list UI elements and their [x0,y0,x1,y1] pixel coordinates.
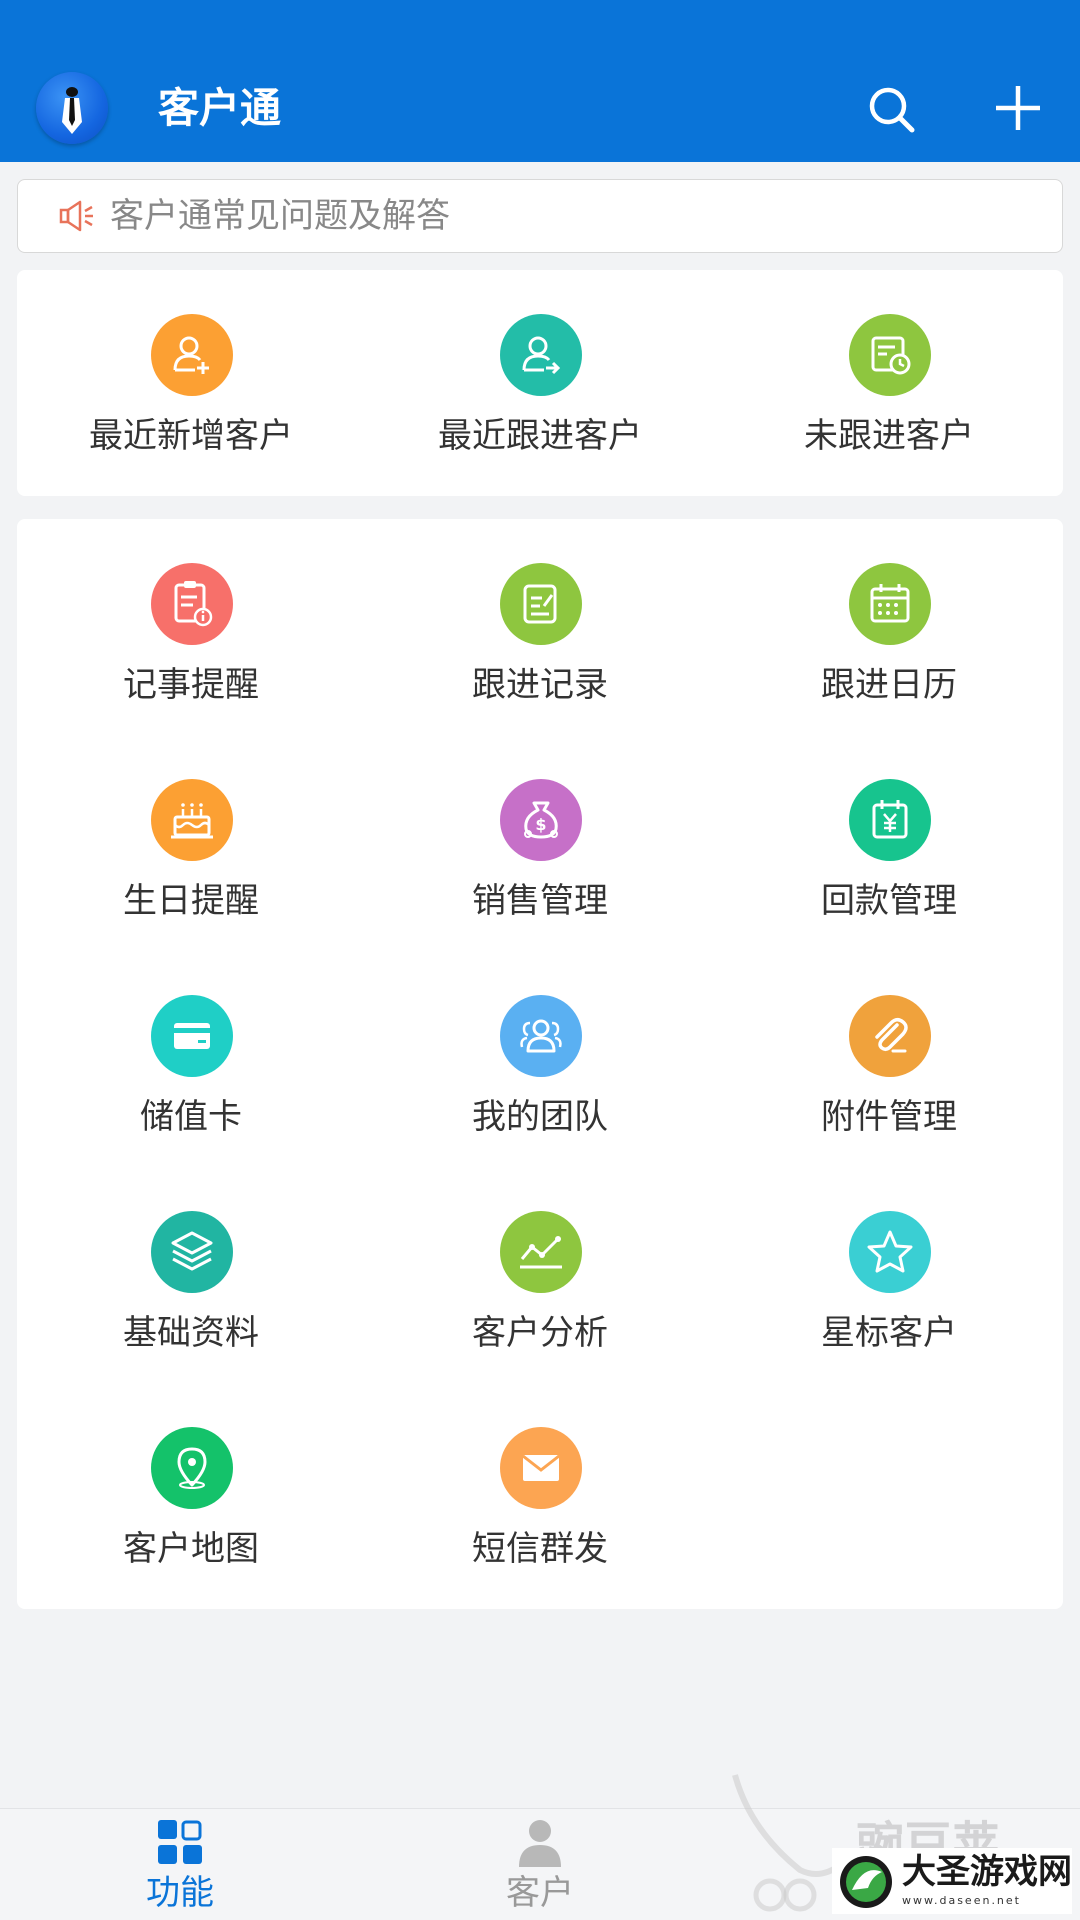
tile-label: 基础资料 [123,1313,259,1353]
tile-label: 储值卡 [140,1097,242,1137]
tie-icon [62,87,82,134]
tile-label: 短信群发 [472,1529,608,1569]
tile-label: 未跟进客户 [804,416,974,456]
tile-attachment-management[interactable]: 附件管理 [715,995,1063,1195]
tile-sales-management[interactable]: $ 销售管理 [366,779,714,979]
layers-icon [151,1211,233,1293]
svg-text:$: $ [535,815,546,834]
tile-bulk-sms[interactable]: 短信群发 [366,1427,714,1627]
tile-recent-new-customers[interactable]: 最近新增客户 [17,314,365,514]
card-icon [151,995,233,1077]
tile-label: 回款管理 [821,881,957,921]
tile-customer-map[interactable]: 客户地图 [17,1427,365,1627]
site-badge-url: www.daseen.net [902,1894,1021,1907]
tile-label: 附件管理 [821,1097,957,1137]
tile-label: 生日提醒 [123,881,259,921]
tile-label: 我的团队 [472,1097,608,1137]
app-title: 客户通 [158,84,281,132]
tile-my-team[interactable]: 我的团队 [366,995,714,1195]
tile-payment-management[interactable]: 回款管理 [715,779,1063,979]
add-button[interactable] [988,78,1048,138]
team-icon [500,995,582,1077]
tile-recent-followed-customers[interactable]: 最近跟进客户 [366,314,714,514]
calendar-icon [849,563,931,645]
app-bar: 客户通 [0,0,1080,162]
tile-label: 销售管理 [472,881,608,921]
calendar-clock-icon [849,314,931,396]
mail-icon [500,1427,582,1509]
notice-text: 客户通常见问题及解答 [110,196,450,236]
tile-label: 客户分析 [472,1313,608,1353]
tile-customer-analysis[interactable]: 客户分析 [366,1211,714,1411]
site-logo-icon [840,1856,892,1908]
app-logo [36,72,108,144]
person-icon [519,1820,561,1867]
tile-memo-reminder[interactable]: 记事提醒 [17,563,365,763]
tile-basic-data[interactable]: 基础资料 [17,1211,365,1411]
cake-icon [151,779,233,861]
tile-label: 记事提醒 [123,665,259,705]
notice-bar[interactable]: 客户通常见问题及解答 [17,179,1063,253]
tile-follow-up-calendar[interactable]: 跟进日历 [715,563,1063,763]
tile-label: 最近跟进客户 [438,416,642,456]
tile-not-followed-customers[interactable]: 未跟进客户 [715,314,1063,514]
nav-label: 客户 [506,1873,574,1913]
plus-icon [996,86,1040,130]
grid-icon [158,1820,202,1864]
speaker-icon [59,200,93,232]
nav-item-features[interactable]: 功能 [0,1809,360,1920]
nav-item-customers[interactable]: 客户 [360,1809,720,1920]
quick-access-card: 最近新增客户 最近跟进客户 未跟进客户 [17,270,1063,496]
user-forward-icon [500,314,582,396]
tile-label: 最近新增客户 [89,416,293,456]
paperclip-icon [849,995,931,1077]
tile-label: 星标客户 [821,1313,957,1353]
line-chart-icon [500,1211,582,1293]
tile-label: 跟进日历 [821,665,957,705]
tile-label: 跟进记录 [472,665,608,705]
money-bag-icon: $ [500,779,582,861]
tile-label: 客户地图 [123,1529,259,1569]
tile-starred-customers[interactable]: 星标客户 [715,1211,1063,1411]
tile-follow-up-records[interactable]: 跟进记录 [366,563,714,763]
user-add-icon [151,314,233,396]
edit-note-icon [500,563,582,645]
features-card: 记事提醒 跟进记录 跟进日历 生日提醒 $ 销售管理 回款管理 储值卡 我的团队… [17,519,1063,1609]
yen-calendar-icon [849,779,931,861]
search-icon [869,87,915,133]
site-badge: 大圣游戏网 www.daseen.net [832,1848,1072,1914]
star-icon [849,1211,931,1293]
nav-label: 功能 [146,1873,214,1913]
map-pin-icon [151,1427,233,1509]
tile-birthday-reminder[interactable]: 生日提醒 [17,779,365,979]
clipboard-info-icon [151,563,233,645]
search-button[interactable] [862,80,922,140]
site-badge-title: 大圣游戏网 [902,1852,1072,1892]
tile-stored-value-card[interactable]: 储值卡 [17,995,365,1195]
